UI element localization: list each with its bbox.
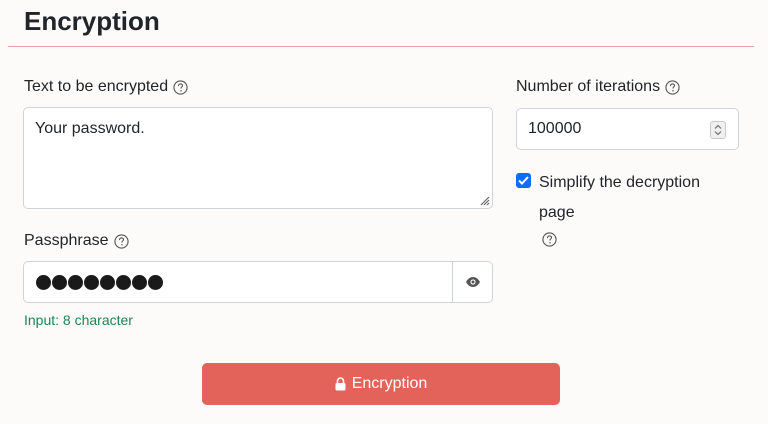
question-circle-icon[interactable] bbox=[665, 79, 680, 95]
question-circle-icon[interactable] bbox=[542, 232, 557, 247]
passphrase-input[interactable] bbox=[24, 262, 452, 302]
check-icon bbox=[518, 176, 529, 185]
password-dot bbox=[116, 274, 131, 290]
eye-icon bbox=[465, 277, 480, 287]
iterations-label: Number of iterations bbox=[516, 78, 661, 95]
chevron-up-down-icon bbox=[714, 124, 722, 136]
iterations-label-row: Number of iterations bbox=[516, 77, 680, 97]
encrypt-button-label: Encryption bbox=[351, 375, 428, 392]
text-to-encrypt-value: Your password. bbox=[35, 120, 145, 137]
text-field-label: Text to be encrypted bbox=[24, 78, 169, 95]
passphrase-group bbox=[23, 261, 493, 303]
simplify-checkbox[interactable] bbox=[516, 173, 531, 188]
question-circle-icon[interactable] bbox=[173, 79, 188, 95]
iterations-input[interactable]: 100000 bbox=[516, 108, 739, 150]
password-dot bbox=[68, 274, 83, 290]
lock-icon bbox=[335, 377, 346, 391]
question-circle-icon[interactable] bbox=[113, 233, 129, 249]
page-title: Encryption bbox=[24, 6, 160, 36]
password-dot bbox=[148, 274, 163, 290]
masked-password-dots bbox=[36, 274, 163, 290]
resize-handle-icon[interactable] bbox=[478, 194, 490, 206]
iterations-value: 100000 bbox=[528, 120, 582, 137]
password-dot bbox=[84, 274, 99, 290]
text-field-label-row: Text to be encrypted bbox=[24, 77, 188, 97]
show-password-button[interactable] bbox=[452, 262, 492, 302]
title-divider bbox=[8, 46, 754, 47]
passphrase-hint: Input: 8 character bbox=[24, 312, 133, 328]
password-dot bbox=[36, 274, 51, 290]
password-dot bbox=[132, 274, 147, 290]
number-spinner[interactable] bbox=[710, 121, 726, 139]
simplify-label[interactable]: Simplify the decryption page bbox=[539, 168, 729, 228]
password-dot bbox=[52, 274, 67, 290]
text-to-encrypt-input[interactable]: Your password. bbox=[23, 107, 493, 209]
password-dot bbox=[100, 274, 115, 290]
passphrase-label: Passphrase bbox=[24, 232, 109, 249]
passphrase-label-row: Passphrase bbox=[24, 231, 129, 251]
encrypt-button[interactable]: Encryption bbox=[202, 363, 560, 405]
